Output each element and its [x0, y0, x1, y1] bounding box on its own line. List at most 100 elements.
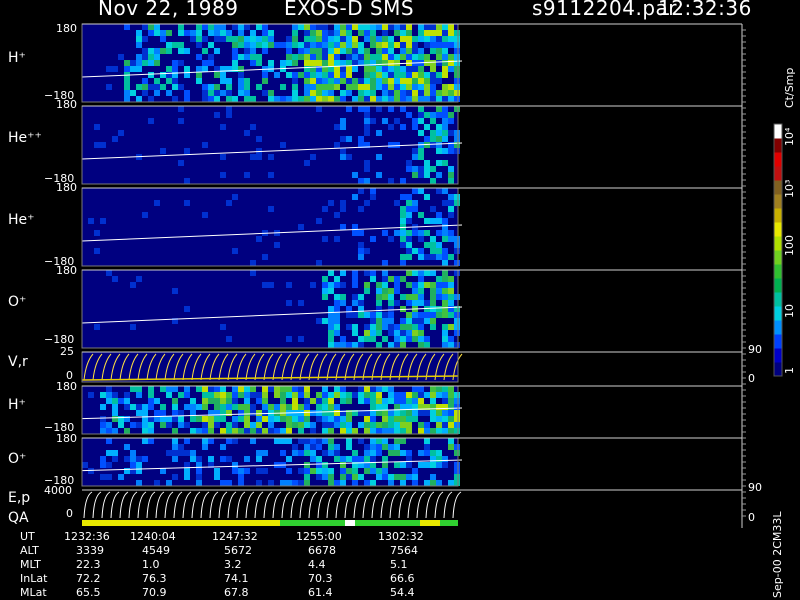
cell	[316, 48, 322, 54]
cell	[238, 392, 244, 398]
cell	[316, 90, 322, 96]
cell	[454, 136, 460, 142]
cell	[328, 270, 334, 276]
cell	[382, 90, 388, 96]
cell	[310, 438, 316, 444]
cell	[382, 462, 388, 468]
cell	[400, 96, 406, 102]
cell	[322, 84, 328, 90]
cell	[340, 336, 346, 342]
cell	[112, 66, 118, 72]
cell	[358, 230, 364, 236]
footer-cell: 66.6	[390, 572, 415, 585]
cell	[202, 398, 208, 404]
cell	[364, 450, 370, 456]
cell	[418, 90, 424, 96]
cell	[142, 410, 148, 416]
cell	[412, 398, 418, 404]
cell	[448, 172, 454, 178]
cell	[436, 254, 442, 260]
cell	[112, 398, 118, 404]
cell	[442, 248, 448, 254]
cell	[328, 72, 334, 78]
cell	[334, 342, 340, 348]
cell	[328, 42, 334, 48]
cell	[370, 42, 376, 48]
cell	[184, 200, 190, 206]
cell	[412, 72, 418, 78]
cell	[238, 416, 244, 422]
cell	[394, 24, 400, 30]
colorbar-swatch	[774, 236, 782, 251]
cell	[412, 386, 418, 392]
cell	[364, 456, 370, 462]
cell	[172, 96, 178, 102]
cell	[436, 112, 442, 118]
cell	[214, 36, 220, 42]
cell	[292, 398, 298, 404]
cell	[424, 42, 430, 48]
header-file: s9112204.par	[532, 0, 678, 20]
cell	[196, 428, 202, 434]
cell	[448, 410, 454, 416]
cell	[322, 416, 328, 422]
cell	[442, 112, 448, 118]
cell	[430, 206, 436, 212]
cell	[292, 54, 298, 60]
cell	[334, 416, 340, 422]
cell	[178, 24, 184, 30]
cell	[418, 342, 424, 348]
cell	[388, 318, 394, 324]
cell	[238, 84, 244, 90]
cell	[430, 282, 436, 288]
cell	[358, 48, 364, 54]
cell	[382, 54, 388, 60]
cell	[346, 456, 352, 462]
cell	[352, 300, 358, 306]
cell	[358, 96, 364, 102]
cell	[364, 130, 370, 136]
cell	[340, 124, 346, 130]
cell	[376, 282, 382, 288]
qa-segment	[82, 520, 280, 526]
cell	[148, 386, 154, 392]
cell	[370, 450, 376, 456]
cell	[388, 24, 394, 30]
cell	[382, 428, 388, 434]
cell	[232, 24, 238, 30]
cell	[262, 450, 268, 456]
cell	[436, 288, 442, 294]
cell	[442, 230, 448, 236]
cell	[442, 254, 448, 260]
cell	[142, 404, 148, 410]
cell	[322, 60, 328, 66]
footer-cell: 65.5	[76, 586, 101, 599]
cell	[292, 422, 298, 428]
cell	[184, 404, 190, 410]
cell	[316, 84, 322, 90]
cell	[454, 294, 460, 300]
cell	[442, 54, 448, 60]
cell	[358, 106, 364, 112]
cell	[370, 118, 376, 124]
cell	[154, 84, 160, 90]
cell	[388, 236, 394, 242]
cell	[178, 416, 184, 422]
cell	[136, 66, 142, 72]
cell	[406, 112, 412, 118]
cell	[436, 276, 442, 282]
colorbar-tick-100: 100	[783, 235, 796, 256]
cell	[328, 54, 334, 60]
cell	[136, 60, 142, 66]
cell	[286, 48, 292, 54]
cell	[448, 336, 454, 342]
cell	[106, 422, 112, 428]
cell	[412, 118, 418, 124]
cell	[298, 438, 304, 444]
footer-cell: 54.4	[390, 586, 415, 599]
cell	[268, 90, 274, 96]
cell	[136, 386, 142, 392]
cell	[424, 270, 430, 276]
cell	[400, 276, 406, 282]
cell	[382, 66, 388, 72]
